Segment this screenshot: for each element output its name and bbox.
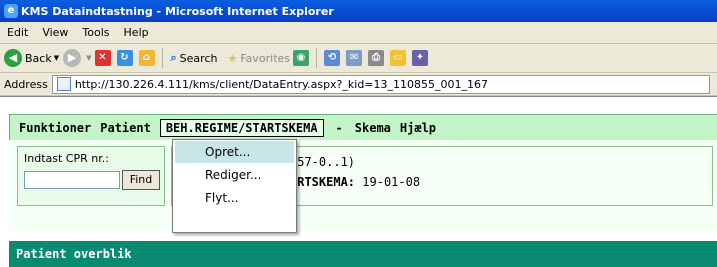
back-arrow-icon: ◀ bbox=[4, 49, 22, 67]
address-label: Address bbox=[4, 77, 48, 91]
window-title-bar: e KMS Dataindtastning - Microsoft Intern… bbox=[0, 0, 717, 22]
patient-overview-header: Patient overblik bbox=[9, 241, 717, 267]
beh-regime-dropdown-menu: Opret... Rediger... Flyt... bbox=[172, 139, 297, 233]
messenger-icon[interactable]: ✦ bbox=[412, 50, 429, 66]
menu-hjaelp[interactable]: Hjælp bbox=[400, 121, 436, 135]
page-icon bbox=[56, 77, 71, 91]
history-icon[interactable]: ⟲ bbox=[324, 50, 341, 66]
home-icon[interactable]: ⌂ bbox=[138, 50, 155, 66]
menu-view[interactable]: View bbox=[35, 26, 75, 39]
menu-tools[interactable]: Tools bbox=[75, 26, 116, 39]
menu-funktioner[interactable]: Funktioner bbox=[19, 121, 91, 135]
main-content: Indtast CPR nr.: Find 657-0..1) ARTSKEMA… bbox=[9, 140, 717, 232]
search-button[interactable]: ⌕ Search bbox=[171, 51, 218, 65]
refresh-icon[interactable]: ↻ bbox=[116, 50, 133, 66]
toolbar-separator bbox=[316, 48, 318, 68]
browser-menu-bar: Edit View Tools Help bbox=[0, 22, 717, 44]
startskema-line: ARTSKEMA: 19-01-08 bbox=[290, 175, 420, 189]
mail-icon[interactable]: ✉ bbox=[346, 50, 363, 66]
dropdown-item-opret[interactable]: Opret... bbox=[175, 141, 294, 163]
startskema-label: ARTSKEMA: bbox=[290, 175, 356, 189]
forward-button[interactable]: ▶ ▼ bbox=[63, 49, 92, 67]
window-title: KMS Dataindtastning - Microsoft Internet… bbox=[21, 4, 334, 18]
print-icon[interactable]: ⎙ bbox=[368, 50, 385, 66]
star-icon: ★ bbox=[227, 51, 238, 65]
patient-id-text: 657-0..1) bbox=[290, 155, 356, 169]
folder-icon[interactable]: ▭ bbox=[390, 50, 407, 66]
address-bar: Address http://130.226.4.111/kms/client/… bbox=[0, 73, 717, 96]
app-menu-bar: Funktioner Patient BEH.REGIME/STARTSKEMA… bbox=[9, 114, 717, 141]
overview-title: Patient overblik bbox=[16, 247, 132, 261]
cpr-label: Indtast CPR nr.: bbox=[24, 152, 109, 165]
page-content: Funktioner Patient BEH.REGIME/STARTSKEMA… bbox=[0, 96, 717, 248]
find-button[interactable]: Find bbox=[122, 170, 160, 190]
dropdown-item-rediger[interactable]: Rediger... bbox=[175, 164, 294, 186]
menu-patient[interactable]: Patient bbox=[100, 121, 151, 135]
toolbar-separator bbox=[161, 48, 163, 68]
internet-explorer-icon: e bbox=[4, 4, 18, 18]
stop-icon[interactable]: ✕ bbox=[94, 50, 111, 66]
dropdown-item-flyt[interactable]: Flyt... bbox=[175, 187, 294, 209]
chevron-down-icon: ▼ bbox=[86, 54, 92, 62]
search-icon: ⌕ bbox=[170, 51, 177, 64]
forward-arrow-icon: ▶ bbox=[63, 49, 82, 67]
cpr-input[interactable] bbox=[24, 171, 120, 189]
menu-edit[interactable]: Edit bbox=[0, 26, 35, 39]
menu-separator-dash: - bbox=[335, 120, 343, 135]
back-button[interactable]: ◀ Back ▼ bbox=[4, 49, 59, 67]
address-input[interactable]: http://130.226.4.111/kms/client/DataEntr… bbox=[51, 74, 710, 94]
menu-skema[interactable]: Skema bbox=[355, 121, 391, 135]
browser-toolbar: ◀ Back ▼ ▶ ▼ ✕ ↻ ⌂ ⌕ Search ★ Favorites … bbox=[0, 44, 717, 73]
cpr-search-panel: Indtast CPR nr.: Find bbox=[17, 146, 165, 206]
media-icon[interactable]: ◉ bbox=[293, 50, 310, 66]
startskema-date: 19-01-08 bbox=[362, 175, 421, 189]
address-url: http://130.226.4.111/kms/client/DataEntr… bbox=[74, 77, 488, 91]
chevron-down-icon: ▼ bbox=[53, 54, 60, 62]
menu-beh-regime-startskema[interactable]: BEH.REGIME/STARTSKEMA bbox=[159, 118, 324, 137]
favorites-button[interactable]: ★ Favorites bbox=[227, 52, 290, 65]
menu-help[interactable]: Help bbox=[117, 26, 156, 39]
